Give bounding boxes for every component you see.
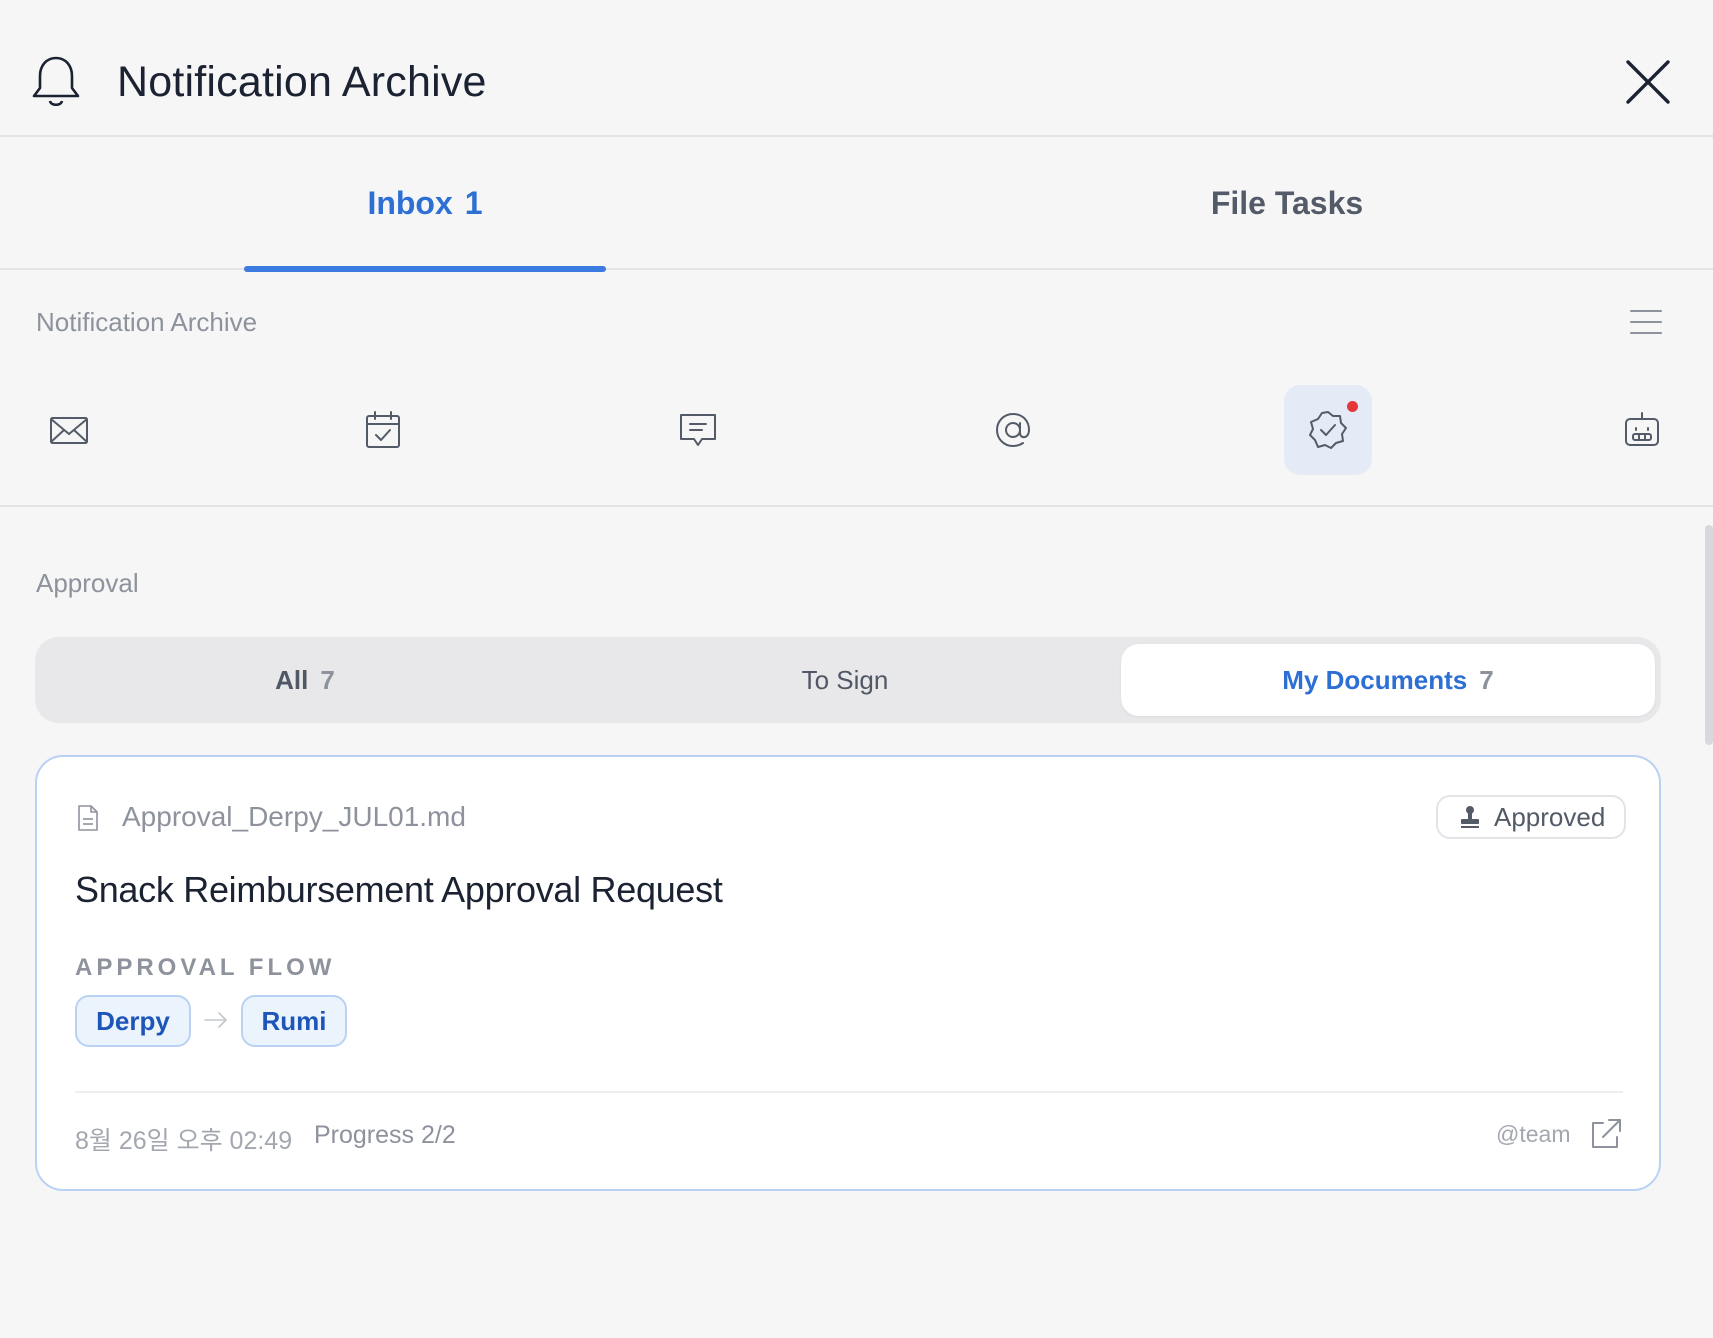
mail-icon xyxy=(50,417,88,444)
comment-icon xyxy=(680,414,716,446)
bell-icon xyxy=(32,56,80,107)
filter-all-count: 7 xyxy=(320,664,335,695)
scrollbar[interactable] xyxy=(1705,525,1713,745)
tab-inbox-count: 1 xyxy=(464,185,483,221)
category-filter-row xyxy=(0,370,1713,507)
approval-flow-label: APPROVAL FLOW xyxy=(75,954,336,981)
status-badge-label: Approved xyxy=(1494,801,1606,832)
calendar-check-icon xyxy=(366,411,400,448)
category-mentions[interactable] xyxy=(969,385,1057,475)
tab-file-tasks-label: File Tasks xyxy=(1210,185,1364,221)
status-badge: Approved xyxy=(1436,795,1626,839)
unread-dot xyxy=(1347,401,1358,412)
stamp-icon xyxy=(1461,806,1479,828)
category-calendar[interactable] xyxy=(339,385,427,475)
filter-my-documents-label: My Documents xyxy=(1282,664,1468,695)
approver-chip: Derpy xyxy=(75,995,191,1047)
team-link[interactable]: @team xyxy=(1496,1121,1570,1148)
section-title: Notification Archive xyxy=(36,307,258,337)
tab-file-tasks[interactable]: File Tasks xyxy=(1106,137,1468,270)
filter-to-sign-label: To Sign xyxy=(801,664,889,695)
tab-inbox-label: Inbox xyxy=(367,185,453,221)
filter-my-documents-count: 7 xyxy=(1479,664,1494,695)
arrow-right-icon xyxy=(204,1012,227,1028)
mention-icon xyxy=(995,412,1031,448)
external-link-icon[interactable] xyxy=(1589,1117,1623,1151)
approval-progress: Progress 2/2 xyxy=(314,1121,456,1149)
category-bot[interactable] xyxy=(1598,385,1686,475)
category-approvals[interactable] xyxy=(1284,385,1372,475)
menu-icon[interactable] xyxy=(1630,308,1662,336)
approver-chip: Rumi xyxy=(241,995,347,1047)
approval-filter-segmented: All 7 To Sign My Documents 7 xyxy=(35,637,1661,723)
category-mail[interactable] xyxy=(25,385,113,475)
active-tab-indicator xyxy=(244,266,606,272)
card-divider xyxy=(75,1091,1623,1093)
document-filename: Approval_Derpy_JUL01.md xyxy=(122,801,466,832)
filter-all-label: All xyxy=(275,664,309,695)
close-icon[interactable] xyxy=(1624,58,1672,106)
approval-badge-icon xyxy=(1309,411,1347,449)
page-title: Notification Archive xyxy=(117,58,487,106)
approval-subject: Snack Reimbursement Approval Request xyxy=(75,869,723,910)
timestamp: 8월 26일 오후 02:49 xyxy=(75,1127,293,1155)
approval-section-label: Approval xyxy=(36,568,139,598)
filter-all[interactable]: All 7 xyxy=(35,644,575,716)
approval-card[interactable]: Approval_Derpy_JUL01.md Approved Snack R… xyxy=(35,755,1661,1191)
filter-to-sign[interactable]: To Sign xyxy=(575,644,1115,716)
main-tabs: Inbox 1 File Tasks xyxy=(0,137,1713,272)
panel-header: Notification Archive xyxy=(0,0,1713,137)
bot-icon xyxy=(1625,412,1659,446)
tab-inbox[interactable]: Inbox 1 xyxy=(244,137,606,272)
filter-my-documents[interactable]: My Documents 7 xyxy=(1121,644,1655,716)
file-icon xyxy=(78,805,98,831)
category-comments[interactable] xyxy=(654,385,742,475)
